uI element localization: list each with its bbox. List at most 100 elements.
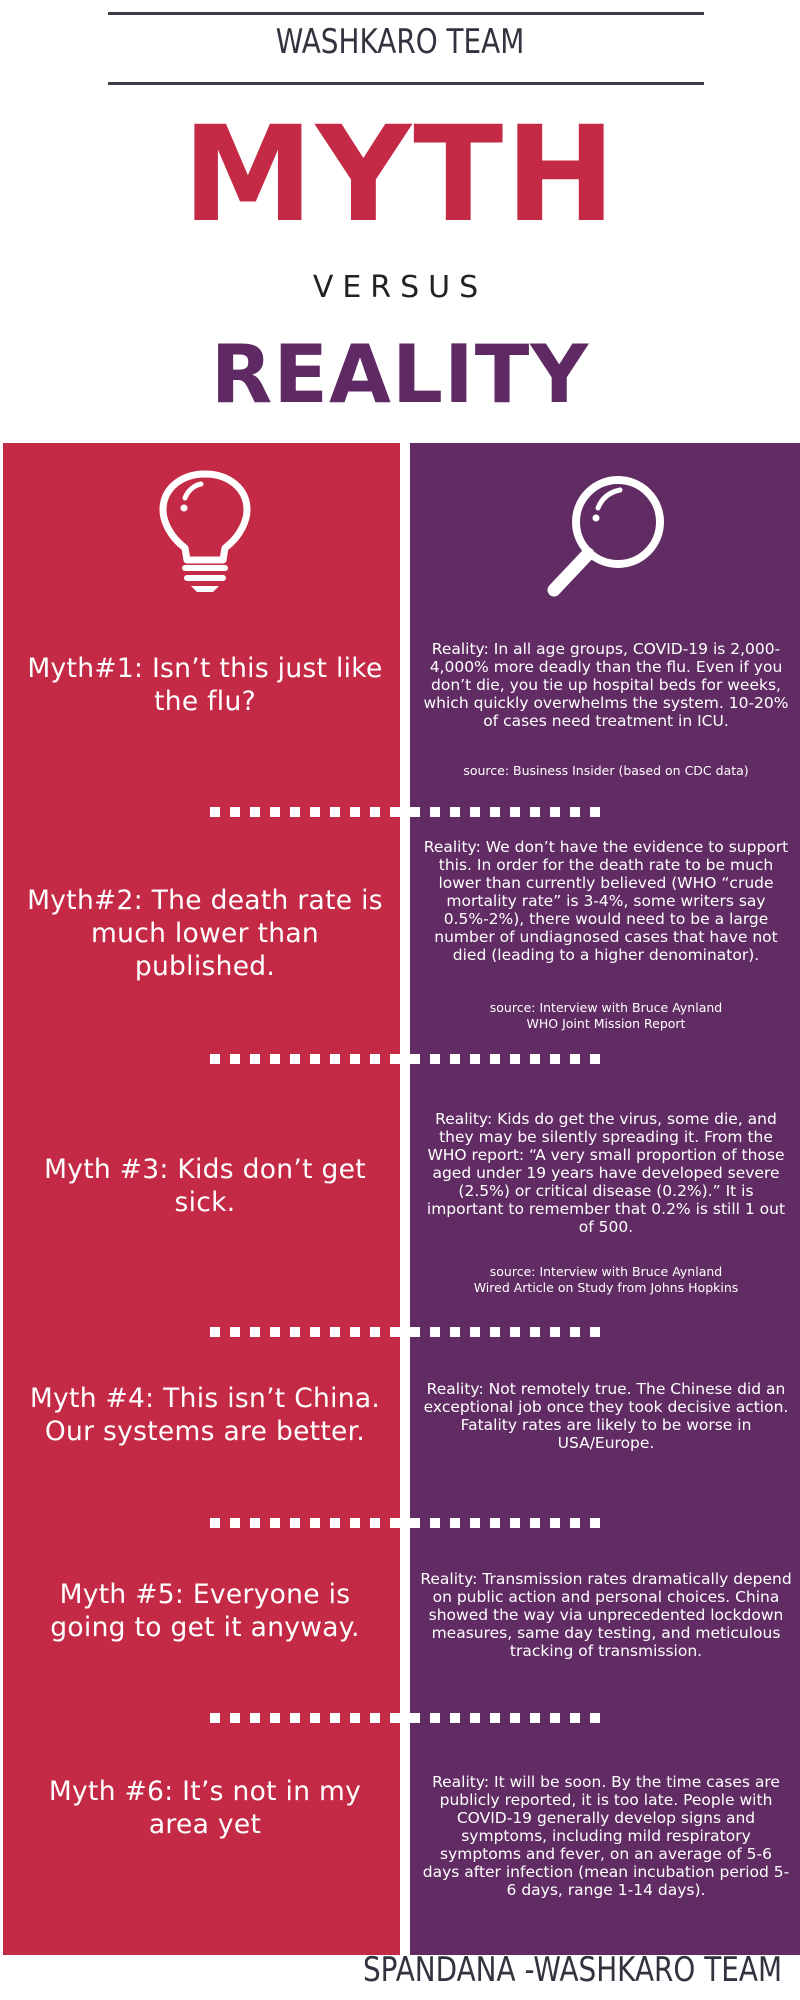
divider-dot	[530, 1054, 540, 1064]
divider-dot	[490, 1054, 500, 1064]
divider-dot	[290, 807, 300, 817]
divider-dot	[450, 1518, 460, 1528]
myth-1: Myth#1: Isn’t this just like the flu?	[27, 653, 383, 717]
divider-dot	[550, 807, 560, 817]
divider-dot	[390, 1054, 400, 1064]
divider-dot	[450, 1713, 460, 1723]
divider-dot	[250, 1327, 260, 1337]
myth-3: Myth #3: Kids don’t get sick.	[44, 1154, 366, 1218]
myth-4: Myth #4: This isn’t China. Our systems a…	[29, 1383, 381, 1447]
divider-dot	[410, 1713, 420, 1723]
divider-dot	[490, 1518, 500, 1528]
divider-dot	[350, 1713, 360, 1723]
divider-dot	[570, 1327, 580, 1337]
divider-dot	[270, 1054, 280, 1064]
divider-dot	[370, 807, 380, 817]
divider-dot	[590, 1518, 600, 1528]
myth-6: Myth #6: It’s not in my area yet	[48, 1776, 362, 1840]
divider-dot	[530, 1713, 540, 1723]
source-1: source: Business Insider (based on CDC d…	[463, 763, 749, 778]
divider-dot	[230, 1713, 240, 1723]
divider-dot	[330, 1327, 340, 1337]
divider-dot	[330, 807, 340, 817]
divider-dot	[290, 1327, 300, 1337]
divider-dot	[470, 807, 480, 817]
magnifying-glass-icon	[547, 476, 664, 597]
divider-dot	[550, 1327, 560, 1337]
divider-dot	[590, 1713, 600, 1723]
divider-dot	[470, 1054, 480, 1064]
divider-dot	[350, 1327, 360, 1337]
divider-dot	[510, 807, 520, 817]
divider-2	[210, 1054, 600, 1064]
divider-dot	[250, 1518, 260, 1528]
divider-dot	[430, 1518, 440, 1528]
divider-dot	[570, 1713, 580, 1723]
divider-dot	[530, 1518, 540, 1528]
divider-dot	[530, 807, 540, 817]
divider-4	[210, 1518, 600, 1528]
reality-5: Reality: Transmission rates dramatically…	[420, 1570, 792, 1660]
divider-dot	[450, 1054, 460, 1064]
divider-dot	[590, 807, 600, 817]
divider-dot	[510, 1327, 520, 1337]
team-title: WASHKARO TEAM	[275, 22, 525, 62]
divider-dot	[290, 1518, 300, 1528]
divider-dot	[250, 1054, 260, 1064]
divider-dot	[430, 1054, 440, 1064]
divider-dot	[370, 1054, 380, 1064]
divider-dot	[550, 1518, 560, 1528]
divider-dot	[490, 807, 500, 817]
myth-5: Myth #5: Everyone is going to get it any…	[50, 1579, 360, 1643]
divider-dot	[410, 807, 420, 817]
reality-4: Reality: Not remotely true. The Chinese …	[423, 1380, 789, 1452]
reality-heading: REALITY	[210, 328, 590, 421]
divider-dot	[450, 807, 460, 817]
divider-3	[210, 1327, 600, 1337]
divider-dot	[490, 1327, 500, 1337]
divider-dot	[370, 1713, 380, 1723]
divider-dot	[270, 1327, 280, 1337]
divider-dot	[330, 1713, 340, 1723]
divider-dot	[310, 1054, 320, 1064]
divider-dot	[230, 1327, 240, 1337]
divider-dot	[410, 1327, 420, 1337]
divider-dot	[470, 1713, 480, 1723]
divider-dot	[550, 1054, 560, 1064]
divider-dot	[470, 1518, 480, 1528]
divider-dot	[310, 1713, 320, 1723]
divider-dot	[410, 1054, 420, 1064]
footer-credit: SPANDANA -WASHKARO TEAM	[362, 1950, 782, 1990]
divider-dot	[350, 807, 360, 817]
divider-dot	[550, 1713, 560, 1723]
divider-dot	[310, 807, 320, 817]
divider-dot	[430, 807, 440, 817]
reality-2: Reality: We don’t have the evidence to s…	[423, 838, 789, 964]
divider-dot	[590, 1327, 600, 1337]
divider-dot	[330, 1518, 340, 1528]
divider-dot	[530, 1327, 540, 1337]
myth-heading: MYTH	[182, 98, 618, 252]
divider-dot	[270, 1713, 280, 1723]
divider-dot	[230, 1518, 240, 1528]
reality-3: Reality: Kids do get the virus, some die…	[426, 1110, 786, 1236]
divider-dot	[410, 1518, 420, 1528]
myth-2: Myth#2: The death rate is much lower tha…	[27, 885, 383, 982]
reality-1: Reality: In all age groups, COVID-19 is …	[423, 640, 789, 730]
divider-dot	[570, 1518, 580, 1528]
divider-dot	[390, 1327, 400, 1337]
divider-dot	[270, 807, 280, 817]
divider-dot	[210, 1054, 220, 1064]
lightbulb-icon	[159, 470, 251, 592]
divider-dot	[330, 1054, 340, 1064]
divider-dot	[210, 1327, 220, 1337]
divider-dot	[470, 1327, 480, 1337]
header: WASHKARO TEAM MYTH VERSUS REALITY	[0, 0, 800, 440]
bottom-rule	[108, 82, 704, 85]
divider-dot	[230, 807, 240, 817]
divider-dot	[390, 1518, 400, 1528]
divider-dot	[290, 1713, 300, 1723]
divider-dot	[370, 1518, 380, 1528]
divider-dot	[350, 1054, 360, 1064]
divider-dot	[590, 1054, 600, 1064]
